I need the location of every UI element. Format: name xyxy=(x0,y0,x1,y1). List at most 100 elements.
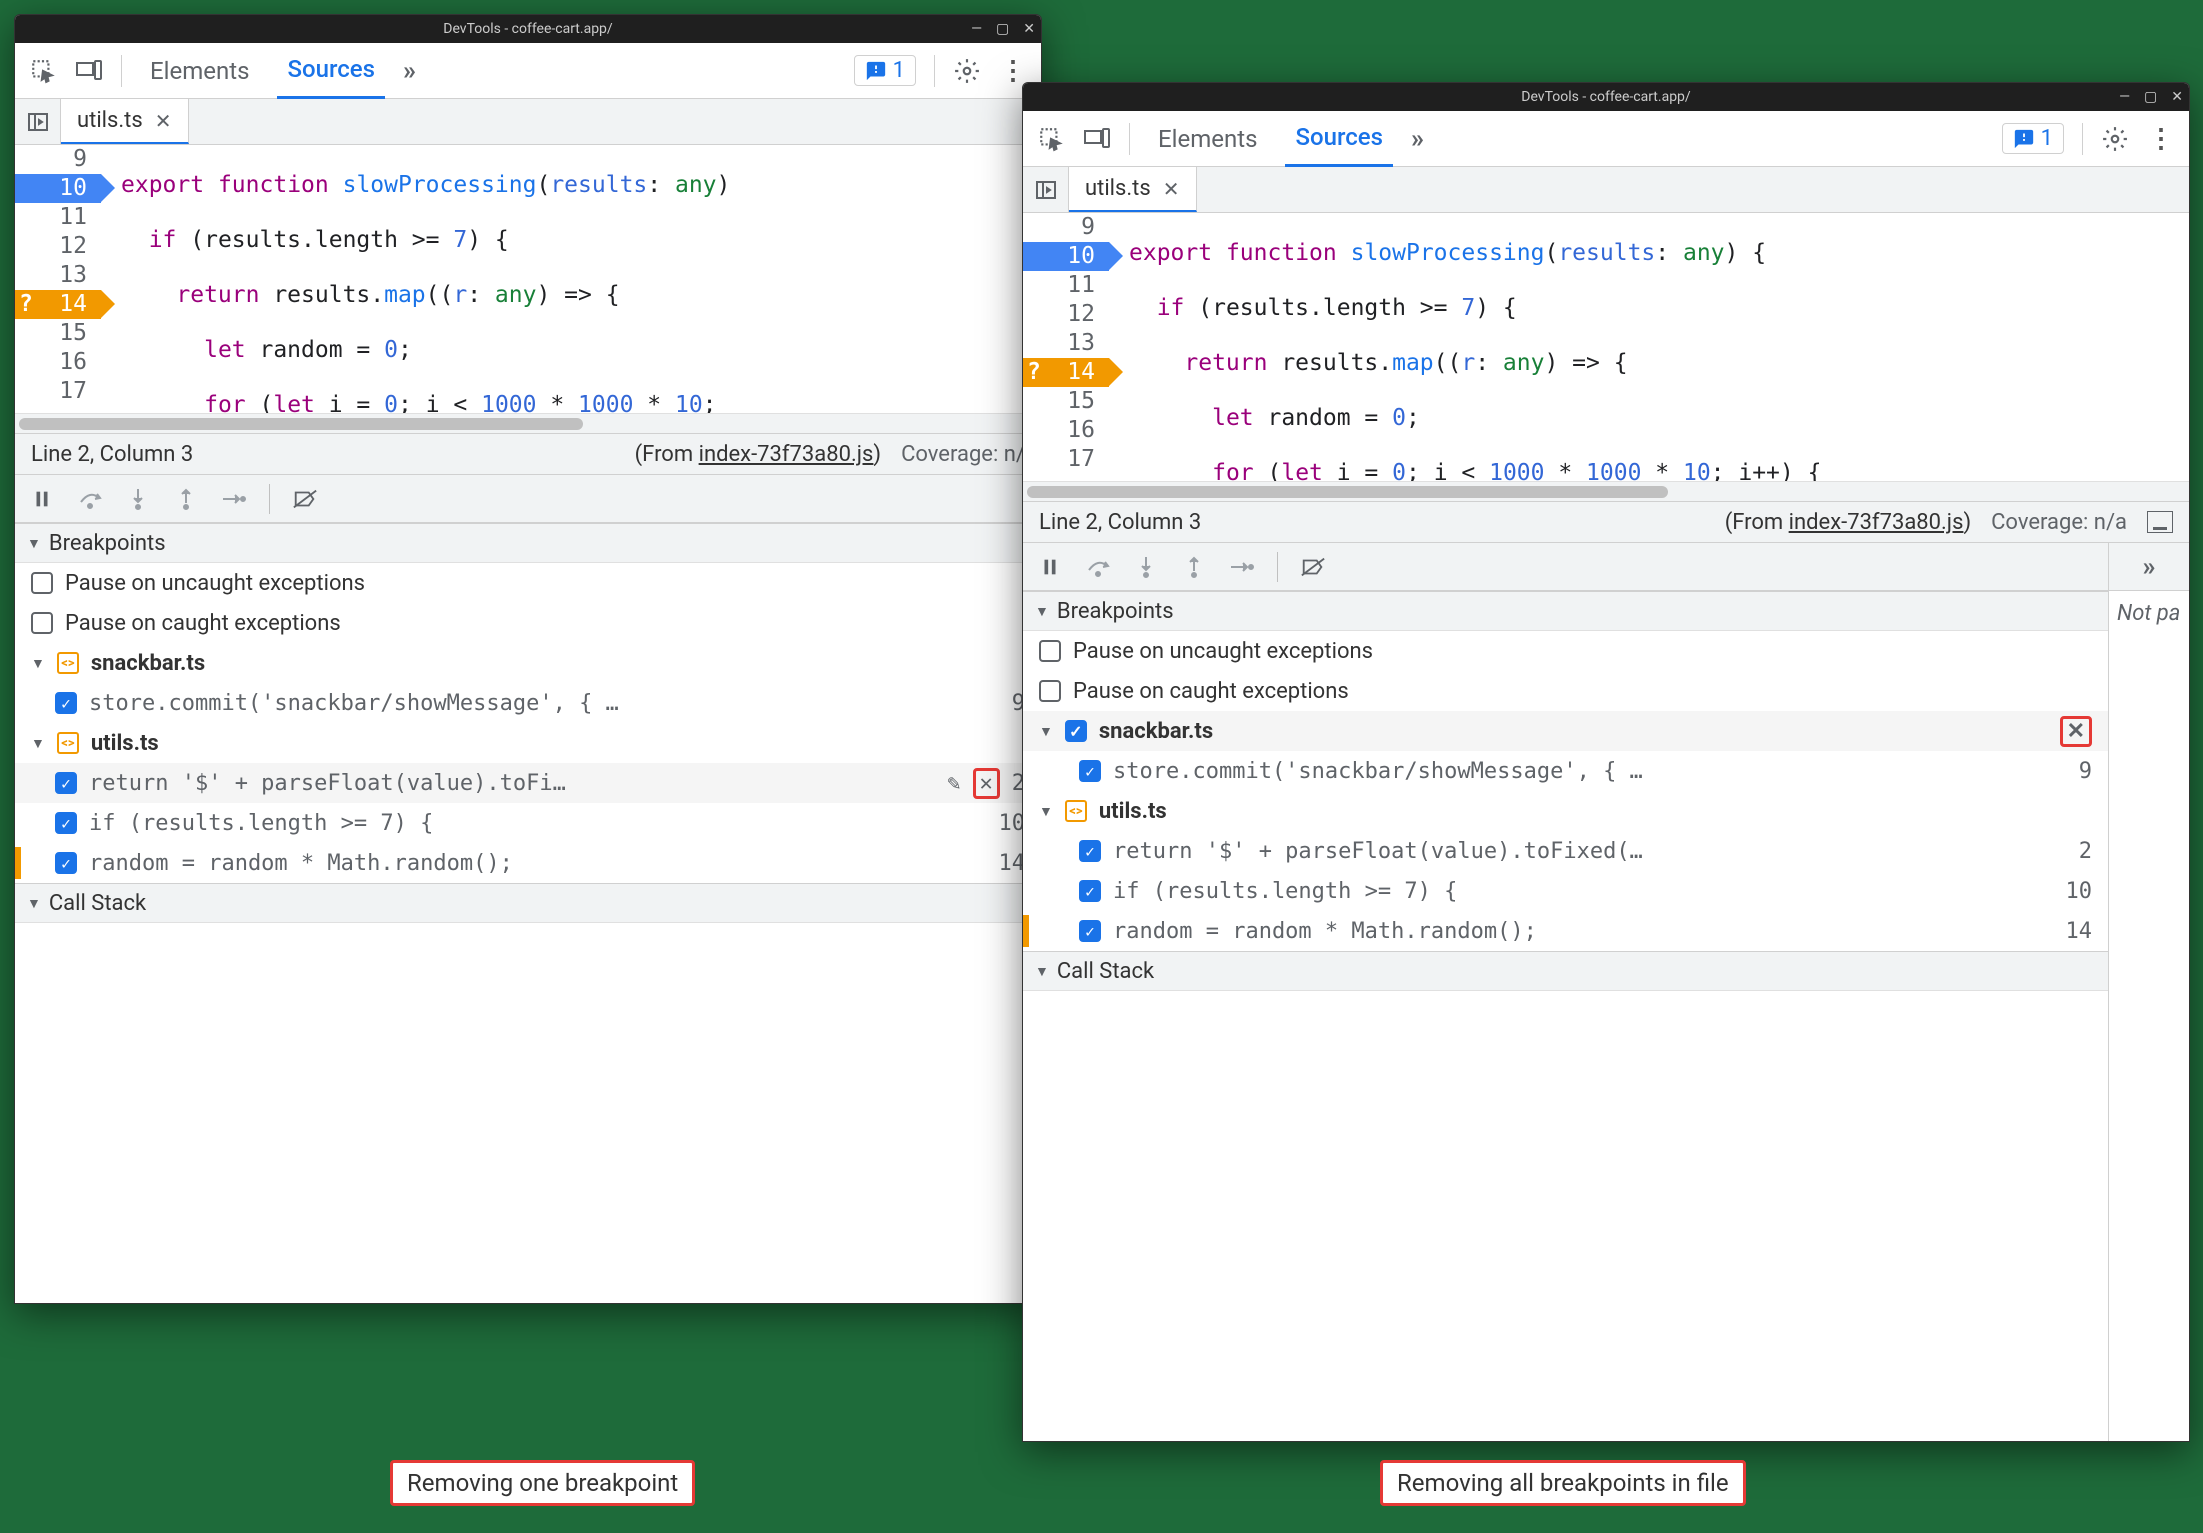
issues-badge[interactable]: 1 xyxy=(854,55,916,86)
navigator-toggle-icon[interactable] xyxy=(15,99,61,144)
line-number[interactable]: 9 xyxy=(1023,213,1109,242)
line-number[interactable]: 16 xyxy=(1023,416,1109,445)
breakpoint-file-header[interactable]: ▼ snackbar.ts ✕ xyxy=(1023,711,2108,751)
line-number[interactable]: 11 xyxy=(15,203,101,232)
tab-elements[interactable]: Elements xyxy=(1148,111,1267,167)
file-tab-utils[interactable]: utils.ts ✕ xyxy=(1069,167,1197,212)
code-editor[interactable]: 9 10 11 12 13 ?14 15 16 17 export functi… xyxy=(15,145,1041,413)
device-toggle-icon[interactable] xyxy=(75,57,103,85)
line-number[interactable]: 9 xyxy=(15,145,101,174)
line-number[interactable]: 17 xyxy=(15,377,101,406)
kebab-menu-icon[interactable]: ⋮ xyxy=(2147,125,2175,153)
deactivate-breakpoints-icon[interactable] xyxy=(1300,554,1326,580)
callstack-section-header[interactable]: ▼ Call Stack xyxy=(1023,951,2108,991)
breakpoint-file-header[interactable]: ▼ <> utils.ts xyxy=(1023,791,2108,831)
close-icon[interactable]: ✕ xyxy=(1163,177,1180,201)
line-number[interactable]: 11 xyxy=(1023,271,1109,300)
breakpoints-section-header[interactable]: ▼ Breakpoints xyxy=(1023,591,2108,631)
line-number[interactable]: 17 xyxy=(1023,445,1109,474)
breakpoints-section-header[interactable]: ▼ Breakpoints xyxy=(15,523,1041,563)
maximize-button[interactable]: ▢ xyxy=(2144,89,2157,105)
device-toggle-icon[interactable] xyxy=(1083,125,1111,153)
source-map-info[interactable]: (From index-73f73a80.js) xyxy=(1725,510,1971,535)
checkbox-checked[interactable] xyxy=(55,692,77,714)
code-content[interactable]: export function slowProcessing(results: … xyxy=(101,145,730,413)
step-into-icon[interactable] xyxy=(125,486,151,512)
pause-uncaught-row[interactable]: Pause on uncaught exceptions xyxy=(1023,631,2108,671)
step-icon[interactable] xyxy=(1229,554,1255,580)
step-icon[interactable] xyxy=(221,486,247,512)
tab-sources[interactable]: Sources xyxy=(277,43,385,99)
line-number[interactable]: 12 xyxy=(15,232,101,261)
checkbox-checked[interactable] xyxy=(55,812,77,834)
pause-icon[interactable] xyxy=(1037,554,1063,580)
step-over-icon[interactable] xyxy=(1085,554,1111,580)
breakpoint-row[interactable]: store.commit('snackbar/showMessage', { …… xyxy=(15,683,1041,723)
checkbox-checked[interactable] xyxy=(1079,840,1101,862)
tab-overflow-icon[interactable]: » xyxy=(1411,124,1424,154)
line-number[interactable]: 15 xyxy=(1023,387,1109,416)
tab-elements[interactable]: Elements xyxy=(140,43,259,99)
code-content[interactable]: export function slowProcessing(results: … xyxy=(1109,213,1821,481)
minimize-button[interactable]: — xyxy=(2119,89,2130,105)
checkbox[interactable] xyxy=(31,572,53,594)
line-number[interactable]: 13 xyxy=(1023,329,1109,358)
kebab-menu-icon[interactable]: ⋮ xyxy=(999,57,1027,85)
breakpoint-file-header[interactable]: ▼ <> utils.ts xyxy=(15,723,1041,763)
checkbox[interactable] xyxy=(1039,680,1061,702)
maximize-button[interactable]: ▢ xyxy=(996,21,1009,37)
checkbox-checked[interactable] xyxy=(55,852,77,874)
file-tab-utils[interactable]: utils.ts ✕ xyxy=(61,99,189,144)
callstack-section-header[interactable]: ▼ Call Stack xyxy=(15,883,1041,923)
close-button[interactable]: ✕ xyxy=(1023,21,1035,37)
checkbox-checked[interactable] xyxy=(1079,760,1101,782)
edit-icon[interactable]: ✎ xyxy=(947,771,960,796)
gutter[interactable]: 9 10 11 12 13 ?14 15 16 17 xyxy=(15,145,101,413)
step-out-icon[interactable] xyxy=(1181,554,1207,580)
inspect-icon[interactable] xyxy=(29,57,57,85)
horizontal-scrollbar[interactable] xyxy=(1023,481,2189,501)
breakpoint-row[interactable]: random = random * Math.random(); 14 xyxy=(1023,911,2108,951)
close-icon[interactable]: ✕ xyxy=(2067,719,2085,744)
pause-caught-row[interactable]: Pause on caught exceptions xyxy=(1023,671,2108,711)
breakpoint-row[interactable]: random = random * Math.random(); 14 xyxy=(15,843,1041,883)
gear-icon[interactable] xyxy=(2101,125,2129,153)
checkbox-checked[interactable] xyxy=(1079,920,1101,942)
breakpoint-row[interactable]: return '$' + parseFloat(value).toFi… ✎ ✕… xyxy=(15,763,1041,803)
horizontal-scrollbar[interactable] xyxy=(15,413,1041,433)
step-into-icon[interactable] xyxy=(1133,554,1159,580)
gear-icon[interactable] xyxy=(953,57,981,85)
step-out-icon[interactable] xyxy=(173,486,199,512)
breakpoint-row[interactable]: if (results.length >= 7) { 10 xyxy=(15,803,1041,843)
panel-overflow-icon[interactable]: » xyxy=(2109,543,2189,591)
deactivate-breakpoints-icon[interactable] xyxy=(292,486,318,512)
checkbox-checked[interactable] xyxy=(1079,880,1101,902)
line-number-breakpoint[interactable]: 10 xyxy=(15,174,101,203)
breakpoint-file-header[interactable]: ▼ <> snackbar.ts xyxy=(15,643,1041,683)
close-icon[interactable]: ✕ xyxy=(980,771,993,796)
pretty-print-icon[interactable] xyxy=(2147,511,2173,533)
tab-sources[interactable]: Sources xyxy=(1285,111,1393,167)
checkbox[interactable] xyxy=(1039,640,1061,662)
breakpoint-row[interactable]: return '$' + parseFloat(value).toFixed(…… xyxy=(1023,831,2108,871)
gutter[interactable]: 9 10 11 12 13 ?14 15 16 17 xyxy=(1023,213,1109,481)
line-number-cond-breakpoint[interactable]: ?14 xyxy=(1023,358,1109,387)
close-icon[interactable]: ✕ xyxy=(155,109,172,133)
tab-overflow-icon[interactable]: » xyxy=(403,56,416,86)
issues-badge[interactable]: 1 xyxy=(2002,123,2064,154)
checkbox-checked[interactable] xyxy=(1065,720,1087,742)
minimize-button[interactable]: — xyxy=(971,21,982,37)
pause-icon[interactable] xyxy=(29,486,55,512)
line-number[interactable]: 13 xyxy=(15,261,101,290)
close-button[interactable]: ✕ xyxy=(2171,89,2183,105)
pause-caught-row[interactable]: Pause on caught exceptions xyxy=(15,603,1041,643)
line-number-breakpoint[interactable]: 10 xyxy=(1023,242,1109,271)
breakpoint-row[interactable]: store.commit('snackbar/showMessage', { …… xyxy=(1023,751,2108,791)
code-editor[interactable]: 9 10 11 12 13 ?14 15 16 17 export functi… xyxy=(1023,213,2189,481)
line-number[interactable]: 16 xyxy=(15,348,101,377)
line-number-cond-breakpoint[interactable]: ?14 xyxy=(15,290,101,319)
line-number[interactable]: 15 xyxy=(15,319,101,348)
step-over-icon[interactable] xyxy=(77,486,103,512)
line-number[interactable]: 12 xyxy=(1023,300,1109,329)
inspect-icon[interactable] xyxy=(1037,125,1065,153)
